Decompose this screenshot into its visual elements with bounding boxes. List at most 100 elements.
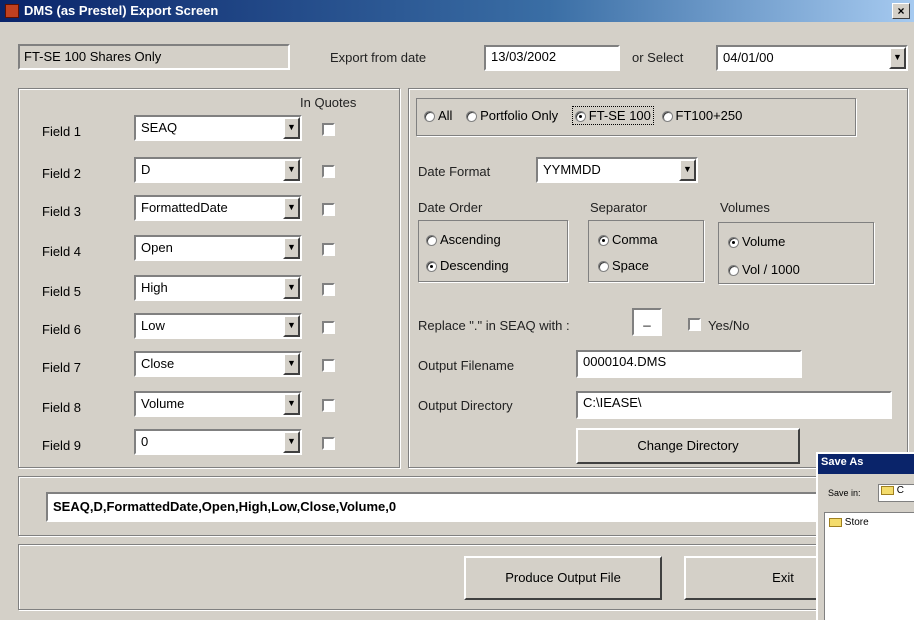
field-4-dropdown[interactable]: Open ▼ — [134, 235, 302, 261]
field-label: Field 3 — [42, 204, 82, 219]
folder-item-store[interactable]: Store — [829, 517, 869, 528]
scope-radio-row: All Portfolio Only FT-SE 100 FT100+250 — [424, 106, 742, 125]
radio-icon — [424, 111, 435, 123]
field-6-dropdown[interactable]: Low ▼ — [134, 313, 302, 339]
file-list[interactable]: Store — [824, 512, 914, 620]
produce-output-button[interactable]: Produce Output File — [464, 556, 662, 600]
field-value: Close — [141, 356, 175, 371]
radio-all[interactable]: All — [424, 108, 452, 123]
field-label: Field 1 — [42, 124, 82, 139]
field-3-dropdown[interactable]: FormattedDate ▼ — [134, 195, 302, 221]
field-8-dropdown[interactable]: Volume ▼ — [134, 391, 302, 417]
chevron-down-icon[interactable]: ▼ — [283, 431, 300, 453]
field-list-summary[interactable]: SEAQ,D,FormattedDate,Open,High,Low,Close… — [46, 492, 836, 522]
field-label: Field 2 — [42, 166, 82, 181]
chevron-down-icon[interactable]: ▼ — [283, 197, 300, 219]
chevron-down-icon[interactable]: ▼ — [283, 393, 300, 415]
date-format-label: Date Format — [418, 164, 491, 179]
scope-text: FT-SE 100 Shares Only — [24, 49, 162, 64]
chevron-down-icon[interactable]: ▼ — [283, 353, 300, 375]
chevron-down-icon[interactable]: ▼ — [889, 47, 906, 69]
field-value: SEAQ — [141, 120, 178, 135]
radio-comma[interactable]: Comma — [598, 232, 658, 247]
in-quotes-checkbox[interactable] — [322, 437, 335, 450]
in-quotes-checkbox[interactable] — [322, 203, 335, 216]
field-label: Field 7 — [42, 360, 82, 375]
date-format-dropdown[interactable]: YYMMDD ▼ — [536, 157, 698, 183]
radio-volume[interactable]: Volume — [728, 234, 785, 249]
field-value: Low — [141, 318, 165, 333]
in-quotes-checkbox[interactable] — [322, 359, 335, 372]
field-7-dropdown[interactable]: Close ▼ — [134, 351, 302, 377]
close-button[interactable]: × — [892, 3, 910, 19]
folder-icon — [881, 485, 894, 495]
output-directory-label: Output Directory — [418, 398, 513, 413]
radio-ft100-250[interactable]: FT100+250 — [661, 108, 742, 123]
field-label: Field 8 — [42, 400, 82, 415]
chevron-down-icon[interactable]: ▼ — [283, 159, 300, 181]
field-value: D — [141, 162, 151, 177]
field-value: Open — [141, 240, 173, 255]
field-value: FormattedDate — [141, 200, 228, 215]
in-quotes-checkbox[interactable] — [322, 123, 335, 136]
scope-display: FT-SE 100 Shares Only — [18, 44, 290, 70]
field-value: High — [141, 280, 168, 295]
field-9-dropdown[interactable]: 0 ▼ — [134, 429, 302, 455]
chevron-down-icon[interactable]: ▼ — [283, 315, 300, 337]
in-quotes-checkbox[interactable] — [322, 399, 335, 412]
save-in-dropdown[interactable]: C — [878, 484, 914, 502]
in-quotes-checkbox[interactable] — [322, 243, 335, 256]
radio-space[interactable]: Space — [598, 258, 649, 273]
replace-label: Replace "." in SEAQ with : — [418, 318, 570, 333]
field-1-dropdown[interactable]: SEAQ ▼ — [134, 115, 302, 141]
field-value: 0 — [141, 434, 149, 449]
output-filename-label: Output Filename — [418, 358, 515, 373]
chevron-down-icon[interactable]: ▼ — [283, 277, 300, 299]
save-as-title: Save As — [821, 456, 864, 468]
date-select-dropdown[interactable]: 04/01/00 ▼ — [716, 45, 908, 71]
radio-ascending[interactable]: Ascending — [426, 232, 501, 247]
radio-icon — [466, 111, 478, 123]
in-quotes-checkbox[interactable] — [322, 321, 335, 334]
radio-icon — [728, 265, 739, 277]
chevron-down-icon[interactable]: ▼ — [283, 237, 300, 259]
field-label: Field 4 — [42, 244, 82, 259]
in-quotes-checkbox[interactable] — [322, 283, 335, 296]
app-icon — [5, 4, 19, 18]
export-from-date-field[interactable]: 13/03/2002 — [484, 45, 620, 71]
output-directory-field[interactable]: C:\IEASE\ — [576, 391, 892, 419]
radio-selected-icon — [598, 235, 609, 247]
chevron-down-icon[interactable]: ▼ — [283, 117, 300, 139]
in-quotes-label: In Quotes — [300, 95, 357, 110]
field-label: Field 9 — [42, 438, 82, 453]
change-directory-button[interactable]: Change Directory — [576, 428, 800, 464]
radio-vol-1000[interactable]: Vol / 1000 — [728, 262, 800, 277]
date-format-value: YYMMDD — [543, 162, 601, 177]
save-as-titlebar: Save As — [818, 454, 914, 474]
date-select-value: 04/01/00 — [723, 50, 774, 65]
field-2-dropdown[interactable]: D ▼ — [134, 157, 302, 183]
volumes-label: Volumes — [720, 200, 770, 215]
radio-selected-icon — [426, 261, 437, 273]
radio-icon — [661, 111, 673, 123]
field-label: Field 6 — [42, 322, 82, 337]
output-filename-field[interactable]: 0000104.DMS — [576, 350, 802, 378]
or-select-label: or Select — [632, 50, 684, 65]
field-label: Field 5 — [42, 284, 82, 299]
radio-ftse-100[interactable]: FT-SE 100 — [571, 106, 654, 125]
yesno-label: Yes/No — [708, 318, 750, 333]
field-value: Volume — [141, 396, 185, 411]
replace-char-field[interactable]: _ — [632, 308, 662, 336]
radio-selected-icon — [728, 237, 739, 249]
folder-icon — [829, 517, 842, 527]
field-5-dropdown[interactable]: High ▼ — [134, 275, 302, 301]
radio-descending[interactable]: Descending — [426, 258, 509, 273]
in-quotes-checkbox[interactable] — [322, 165, 335, 178]
date-order-label: Date Order — [418, 200, 483, 215]
yesno-checkbox[interactable] — [688, 318, 701, 331]
radio-icon — [598, 261, 609, 273]
save-in-label: Save in: — [828, 488, 861, 498]
chevron-down-icon[interactable]: ▼ — [679, 159, 696, 181]
radio-icon — [426, 235, 437, 247]
radio-portfolio-only[interactable]: Portfolio Only — [466, 108, 558, 123]
